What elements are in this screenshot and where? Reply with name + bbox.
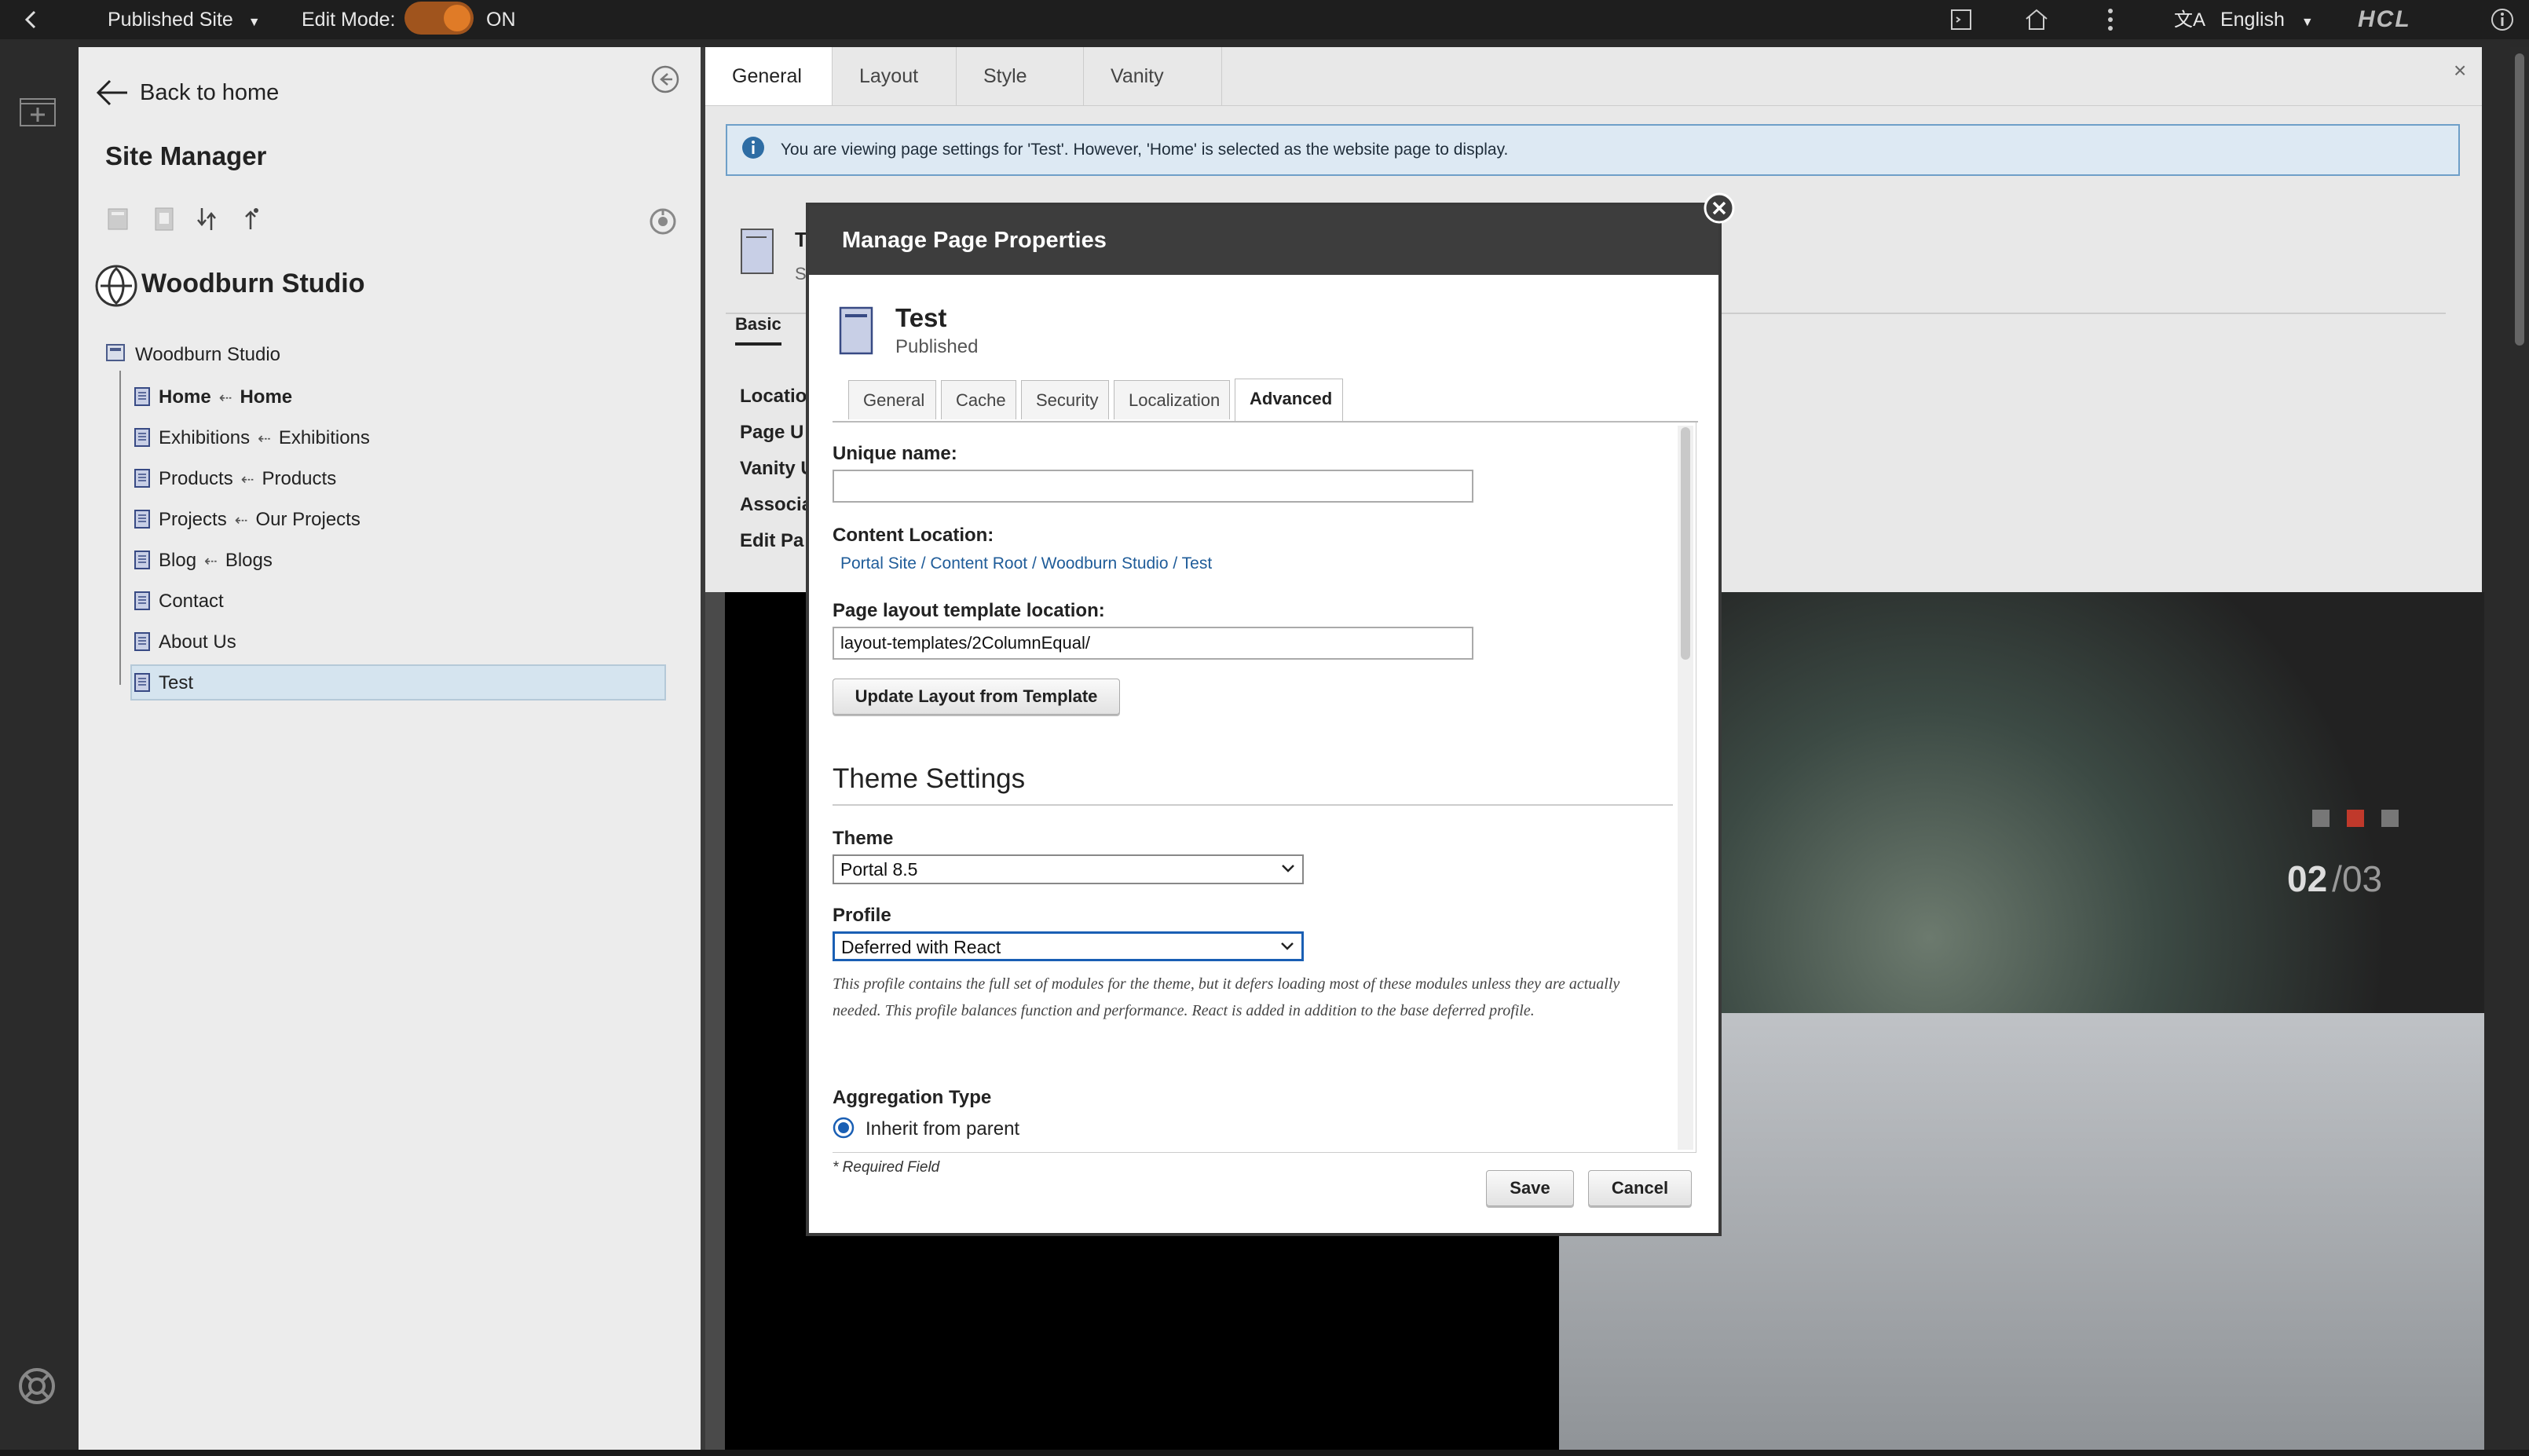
dialog-tab-localization[interactable]: Localization xyxy=(1114,380,1230,419)
cancel-button[interactable]: Cancel xyxy=(1588,1170,1692,1206)
theme-settings-heading: Theme Settings xyxy=(833,763,1026,794)
dialog-tab-advanced[interactable]: Advanced xyxy=(1235,379,1343,421)
profile-label: Profile xyxy=(833,905,891,926)
dialog-page-name: Test xyxy=(895,303,947,332)
chevron-down-icon xyxy=(1279,940,1295,953)
layout-location-input[interactable] xyxy=(833,627,1473,660)
dialog-tab-general[interactable]: General xyxy=(848,380,936,419)
radio-inherit-from-parent[interactable] xyxy=(833,1117,855,1139)
bottom-edge xyxy=(0,1450,2529,1456)
theme-select[interactable]: Portal 8.5 xyxy=(833,854,1304,884)
save-button[interactable]: Save xyxy=(1486,1170,1574,1206)
dialog-page-status: Published xyxy=(895,336,979,357)
dialog-tab-security[interactable]: Security xyxy=(1021,380,1109,419)
content-location-label: Content Location: xyxy=(833,525,994,546)
content-location-path-link[interactable]: Portal Site / Content Root / Woodburn St… xyxy=(840,554,1212,573)
profile-select[interactable]: Deferred with React xyxy=(833,931,1304,961)
unique-name-label: Unique name: xyxy=(833,443,957,464)
profile-description: This profile contains the full set of mo… xyxy=(833,975,1620,1019)
close-dialog-icon[interactable] xyxy=(1703,192,1736,225)
layout-location-label: Page layout template location: xyxy=(833,600,1105,621)
required-field-note: * Required Field xyxy=(833,1159,940,1176)
dialog-scrollbar[interactable] xyxy=(1678,426,1693,1150)
dialog-title: Manage Page Properties xyxy=(842,228,1107,253)
theme-select-value: Portal 8.5 xyxy=(840,859,918,880)
unique-name-input[interactable] xyxy=(833,470,1473,503)
dialog-header: Manage Page Properties xyxy=(809,206,1718,275)
chevron-down-icon xyxy=(1280,862,1296,875)
update-layout-button[interactable]: Update Layout from Template xyxy=(833,679,1120,715)
inherit-from-parent-label: Inherit from parent xyxy=(866,1118,1020,1140)
profile-select-value: Deferred with React xyxy=(841,937,1001,957)
dialog-tab-cache[interactable]: Cache xyxy=(941,380,1016,419)
theme-settings-rule xyxy=(833,804,1673,806)
theme-label: Theme xyxy=(833,828,894,849)
aggregation-type-label: Aggregation Type xyxy=(833,1087,992,1108)
page-icon xyxy=(837,305,877,358)
